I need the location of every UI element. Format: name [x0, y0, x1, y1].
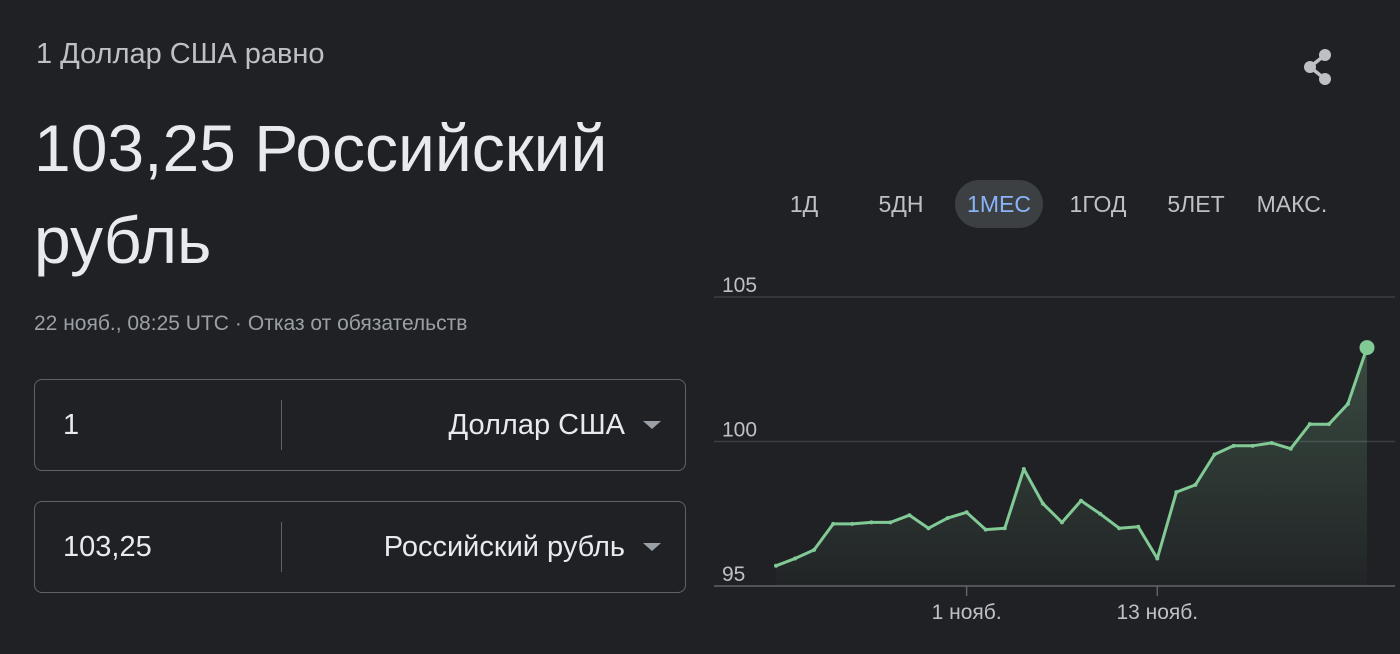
data-point	[1269, 440, 1274, 445]
data-point	[1117, 526, 1122, 531]
data-point	[1079, 498, 1084, 503]
data-point	[793, 556, 798, 561]
y-tick-label: 105	[722, 274, 757, 297]
data-point	[907, 513, 912, 518]
data-point	[1231, 443, 1236, 448]
data-point	[1098, 511, 1103, 516]
data-point	[1193, 482, 1198, 487]
data-point	[850, 521, 855, 526]
data-point	[1136, 524, 1141, 529]
data-point	[1155, 556, 1160, 561]
data-point	[945, 516, 950, 521]
data-point	[1059, 520, 1064, 525]
data-point	[1021, 466, 1026, 471]
data-point	[1174, 490, 1179, 495]
data-point	[1326, 422, 1331, 427]
data-point	[1288, 446, 1293, 451]
data-point	[831, 521, 836, 526]
x-tick-label: 13 нояб.	[1116, 601, 1198, 624]
data-point	[1002, 526, 1007, 531]
data-point	[774, 563, 778, 568]
data-point	[983, 527, 988, 532]
data-point	[926, 526, 931, 531]
exchange-rate-chart: 95 100 105 1 нояб. 13 нояб.	[714, 274, 1395, 624]
x-tick-label: 1 нояб.	[932, 601, 1002, 624]
data-point	[1345, 401, 1350, 406]
y-tick-label: 95	[722, 563, 745, 586]
data-point	[812, 547, 817, 552]
price-area	[776, 347, 1367, 586]
latest-point[interactable]	[1359, 340, 1375, 356]
data-point	[1307, 422, 1312, 427]
data-point	[1040, 501, 1045, 506]
data-point	[1250, 443, 1255, 448]
y-tick-label: 100	[722, 419, 757, 442]
data-point	[1212, 452, 1217, 457]
data-point	[888, 520, 893, 525]
data-point	[964, 510, 969, 515]
currency-converter-card: 1 Доллар США равно 103,25 Российский руб…	[0, 0, 1400, 654]
data-point	[869, 520, 874, 525]
